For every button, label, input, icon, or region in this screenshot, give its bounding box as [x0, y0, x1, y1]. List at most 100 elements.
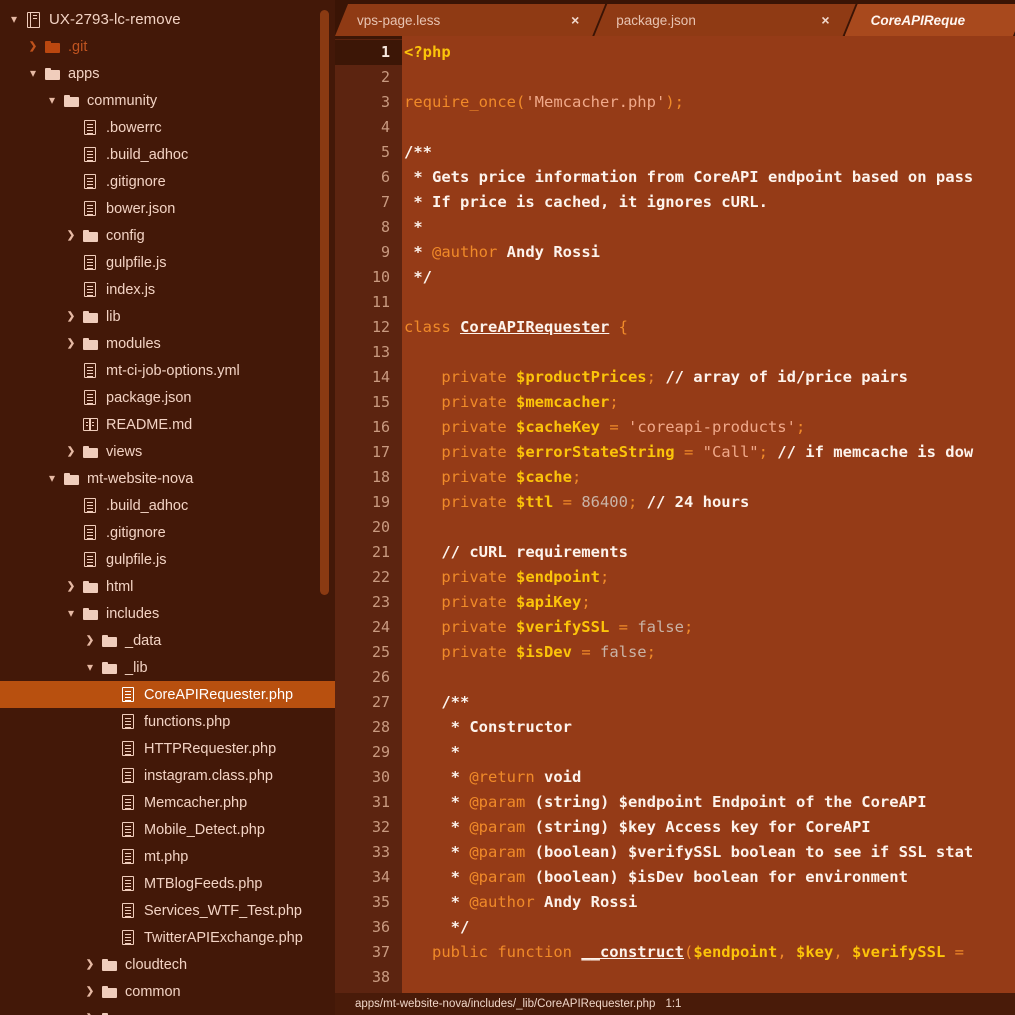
code-line[interactable] [402, 665, 1015, 690]
code-line[interactable] [402, 115, 1015, 140]
code-line[interactable]: private $productPrices; // array of id/p… [402, 365, 1015, 390]
chevron-right-icon[interactable] [25, 41, 41, 52]
code-line[interactable]: private $cache; [402, 465, 1015, 490]
file-tree-item[interactable]: UX-2793-lc-remove [0, 6, 335, 33]
chevron-right-icon[interactable] [82, 959, 98, 970]
code-line[interactable]: * @param (string) $key Access key for Co… [402, 815, 1015, 840]
file-tree-item[interactable]: company [0, 1005, 335, 1015]
editor-tab-active[interactable]: CoreAPIReque [845, 4, 1015, 36]
code-line[interactable]: * Gets price information from CoreAPI en… [402, 165, 1015, 190]
file-tree-item[interactable]: .git [0, 33, 335, 60]
code-line[interactable] [402, 290, 1015, 315]
file-tree-item[interactable]: TwitterAPIExchange.php [0, 924, 335, 951]
code-line[interactable]: * Constructor [402, 715, 1015, 740]
code-line[interactable]: * @param (string) $endpoint Endpoint of … [402, 790, 1015, 815]
file-tree-item[interactable]: package.json [0, 384, 335, 411]
file-tree-item[interactable]: .gitignore [0, 168, 335, 195]
file-tree-item[interactable]: README.md [0, 411, 335, 438]
file-tree-item[interactable]: cloudtech [0, 951, 335, 978]
code-line[interactable]: /** [402, 140, 1015, 165]
code-line[interactable] [402, 340, 1015, 365]
file-tree-item[interactable]: modules [0, 330, 335, 357]
chevron-down-icon[interactable] [25, 67, 41, 80]
code-line[interactable]: * @author Andy Rossi [402, 890, 1015, 915]
chevron-down-icon[interactable] [6, 13, 22, 26]
chevron-right-icon[interactable] [63, 230, 79, 241]
code-line[interactable]: */ [402, 265, 1015, 290]
file-tree-item[interactable]: config [0, 222, 335, 249]
file-tree-item[interactable]: views [0, 438, 335, 465]
chevron-right-icon[interactable] [82, 986, 98, 997]
code-line[interactable]: private $verifySSL = false; [402, 615, 1015, 640]
chevron-down-icon[interactable] [44, 472, 60, 485]
code-line[interactable]: private $cacheKey = 'coreapi-products'; [402, 415, 1015, 440]
file-tree-item[interactable]: mt.php [0, 843, 335, 870]
file-tree-item[interactable]: community [0, 87, 335, 114]
file-tree-item[interactable]: mt-ci-job-options.yml [0, 357, 335, 384]
file-tree-item[interactable]: html [0, 573, 335, 600]
code-line[interactable]: private $endpoint; [402, 565, 1015, 590]
code-line[interactable]: * @param (boolean) $verifySSL boolean to… [402, 840, 1015, 865]
code-line[interactable]: private $isDev = false; [402, 640, 1015, 665]
file-tree-item[interactable]: gulpfile.js [0, 249, 335, 276]
code-line[interactable]: // cURL requirements [402, 540, 1015, 565]
file-tree-item[interactable]: _data [0, 627, 335, 654]
chevron-right-icon[interactable] [82, 635, 98, 646]
chevron-right-icon[interactable] [63, 581, 79, 592]
file-tree-sidebar[interactable]: UX-2793-lc-remove .git apps community .bower… [0, 0, 335, 1015]
code-line[interactable]: * If price is cached, it ignores cURL. [402, 190, 1015, 215]
close-icon[interactable]: × [807, 13, 855, 27]
file-tree-item[interactable]: functions.php [0, 708, 335, 735]
code-content[interactable]: <?php require_once('Memcacher.php'); /**… [402, 36, 1015, 993]
code-line[interactable]: class CoreAPIRequester { [402, 315, 1015, 340]
code-line[interactable]: * @author Andy Rossi [402, 240, 1015, 265]
file-tree-item[interactable]: lib [0, 303, 335, 330]
code-line[interactable]: * @return void [402, 765, 1015, 790]
code-line[interactable] [402, 65, 1015, 90]
code-line[interactable]: private $apiKey; [402, 590, 1015, 615]
close-icon[interactable]: × [557, 13, 605, 27]
code-line[interactable]: <?php [402, 40, 1015, 65]
file-tree-item-selected[interactable]: CoreAPIRequester.php [0, 681, 335, 708]
code-line[interactable]: */ [402, 915, 1015, 940]
file-tree-item[interactable]: _lib [0, 654, 335, 681]
file-tree-item[interactable]: index.js [0, 276, 335, 303]
chevron-right-icon[interactable] [63, 446, 79, 457]
code-line[interactable]: * [402, 215, 1015, 240]
editor-tab[interactable]: package.json × [594, 4, 855, 36]
chevron-down-icon[interactable] [44, 94, 60, 107]
file-tree-item[interactable]: apps [0, 60, 335, 87]
file-tree-item[interactable]: .bowerrc [0, 114, 335, 141]
file-tree-item[interactable]: Mobile_Detect.php [0, 816, 335, 843]
code-line[interactable]: require_once('Memcacher.php'); [402, 90, 1015, 115]
code-line[interactable]: private $ttl = 86400; // 24 hours [402, 490, 1015, 515]
file-tree-item[interactable]: Services_WTF_Test.php [0, 897, 335, 924]
file-tree-item-label: MTBlogFeeds.php [144, 875, 263, 892]
code-area[interactable]: 1 2 3 4 5 6 7 8 9 10 11 12 13 14 15 16 17 18 19 20 21 22 23 24 2… [335, 36, 1015, 993]
file-tree-item[interactable]: instagram.class.php [0, 762, 335, 789]
chevron-right-icon[interactable] [63, 311, 79, 322]
file-tree-item[interactable]: .build_adhoc [0, 141, 335, 168]
editor-tab[interactable]: vps-page.less × [335, 4, 605, 36]
code-line[interactable]: * [402, 740, 1015, 765]
code-line[interactable]: public function __construct($endpoint, $… [402, 940, 1015, 965]
code-line[interactable]: private $memcacher; [402, 390, 1015, 415]
chevron-right-icon[interactable] [63, 338, 79, 349]
chevron-down-icon[interactable] [63, 607, 79, 620]
file-tree-item[interactable]: Memcacher.php [0, 789, 335, 816]
file-tree-item[interactable]: includes [0, 600, 335, 627]
code-line[interactable]: /** [402, 690, 1015, 715]
file-tree-item[interactable]: MTBlogFeeds.php [0, 870, 335, 897]
file-tree-item[interactable]: .build_adhoc [0, 492, 335, 519]
code-line[interactable] [402, 515, 1015, 540]
chevron-down-icon[interactable] [82, 661, 98, 674]
code-line[interactable] [402, 965, 1015, 990]
file-tree-item[interactable]: common [0, 978, 335, 1005]
file-tree-item[interactable]: gulpfile.js [0, 546, 335, 573]
file-tree-item[interactable]: .gitignore [0, 519, 335, 546]
file-tree-item[interactable]: HTTPRequester.php [0, 735, 335, 762]
code-line[interactable]: * @param (boolean) $isDev boolean for en… [402, 865, 1015, 890]
file-tree-item[interactable]: bower.json [0, 195, 335, 222]
file-tree-item[interactable]: mt-website-nova [0, 465, 335, 492]
code-line[interactable]: private $errorStateString = "Call"; // i… [402, 440, 1015, 465]
